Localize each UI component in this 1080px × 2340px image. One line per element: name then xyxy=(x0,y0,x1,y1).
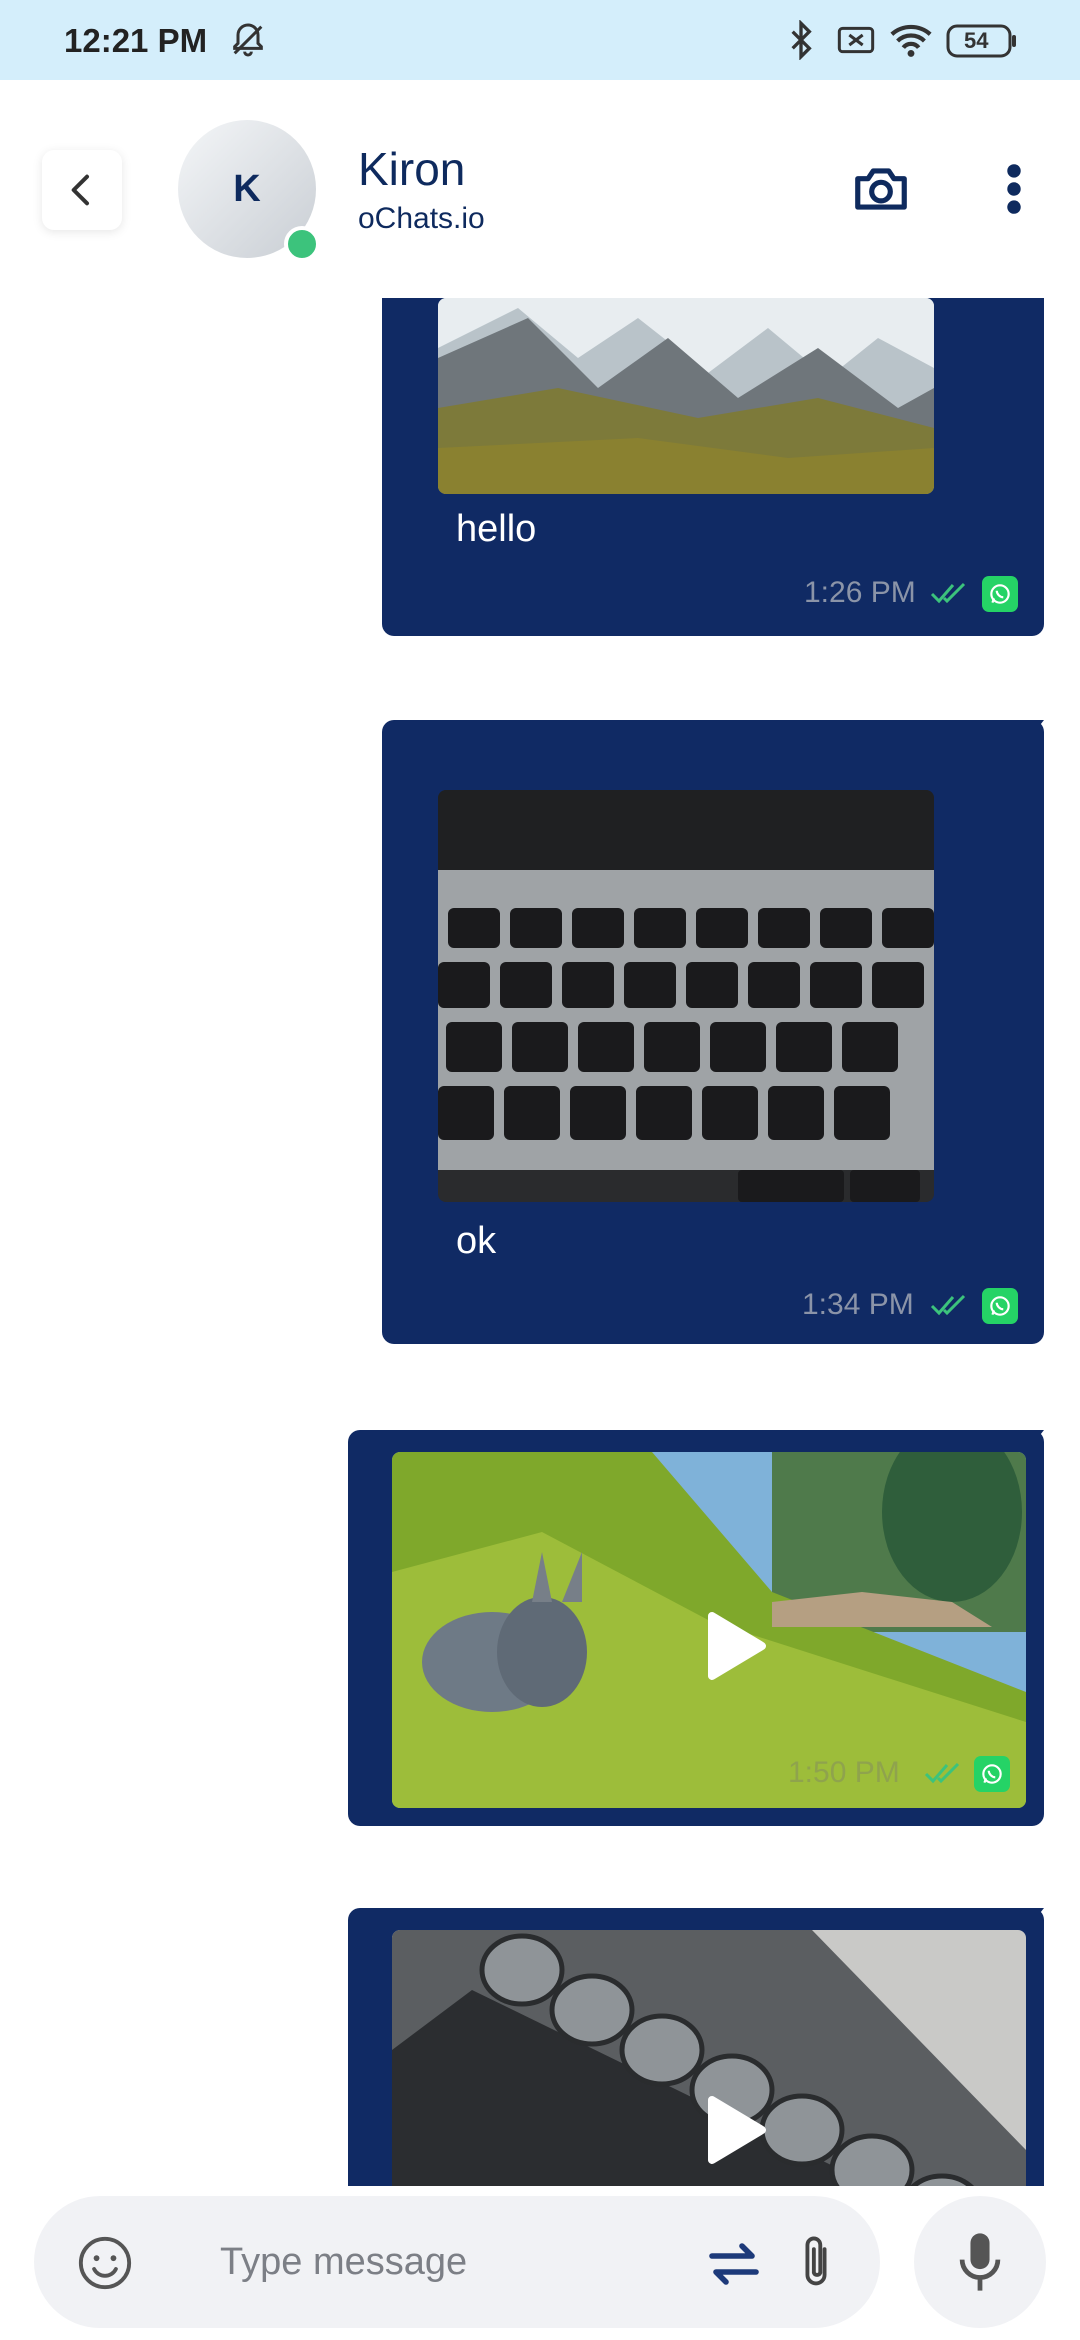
contact-name[interactable]: Kiron xyxy=(358,142,465,196)
camera-icon xyxy=(855,168,907,210)
microphone-icon xyxy=(959,2233,1001,2291)
double-check-icon xyxy=(924,1762,960,1784)
contact-subtitle: oChats.io xyxy=(358,202,485,235)
wifi-icon xyxy=(888,20,934,65)
avatar-initial: K xyxy=(233,167,261,210)
no-sim-icon xyxy=(836,20,876,65)
back-button[interactable] xyxy=(42,150,122,230)
emoji-icon[interactable] xyxy=(76,2234,134,2292)
more-options-button[interactable] xyxy=(1000,158,1028,225)
message-time: 1:50 PM xyxy=(788,1756,900,1789)
online-status-dot xyxy=(284,226,320,262)
whatsapp-icon xyxy=(982,576,1018,612)
message-image[interactable] xyxy=(438,298,934,494)
double-check-icon xyxy=(930,582,966,604)
message-placeholder: Type message xyxy=(220,2241,468,2283)
chat-header: K Kiron oChats.io xyxy=(0,80,1080,298)
double-check-icon xyxy=(930,1294,966,1316)
bluetooth-icon xyxy=(786,19,816,65)
status-time: 12:21 PM xyxy=(64,22,208,59)
voice-record-button[interactable] xyxy=(914,2196,1046,2328)
message-input[interactable]: Type message xyxy=(34,2196,880,2328)
status-bar: 12:21 PM 54 xyxy=(0,0,1080,80)
chevron-left-icon xyxy=(71,174,89,206)
message-list[interactable]: hello 1:26 PM ok 1:34 PM 1:50 PM xyxy=(0,298,1080,2186)
composer-bar: Type message xyxy=(0,2186,1080,2340)
message-time: 1:26 PM xyxy=(804,576,916,609)
bubble-tail xyxy=(1022,1430,1044,1458)
battery-level: 54 xyxy=(964,28,989,53)
message-caption: hello xyxy=(456,508,537,550)
play-icon[interactable] xyxy=(704,2094,768,2166)
swap-arrows-icon[interactable] xyxy=(706,2240,762,2288)
message-caption: ok xyxy=(456,1220,497,1262)
bubble-tail xyxy=(1022,720,1044,748)
message-bubble[interactable] xyxy=(348,1908,1044,2186)
silent-bell-icon xyxy=(228,20,268,65)
battery-icon: 54 xyxy=(946,24,1018,63)
whatsapp-icon xyxy=(974,1756,1010,1792)
play-icon[interactable] xyxy=(704,1610,768,1682)
message-bubble[interactable]: ok 1:34 PM xyxy=(382,720,1044,1344)
camera-button[interactable] xyxy=(850,158,912,225)
message-time: 1:34 PM xyxy=(802,1288,914,1321)
whatsapp-icon xyxy=(982,1288,1018,1324)
message-bubble[interactable]: hello 1:26 PM xyxy=(382,298,1044,636)
bubble-tail xyxy=(1022,1908,1044,1936)
message-image[interactable] xyxy=(438,790,934,1202)
attachment-icon[interactable] xyxy=(796,2232,836,2292)
message-bubble[interactable]: 1:50 PM xyxy=(348,1430,1044,1826)
more-vertical-icon xyxy=(1007,164,1021,214)
